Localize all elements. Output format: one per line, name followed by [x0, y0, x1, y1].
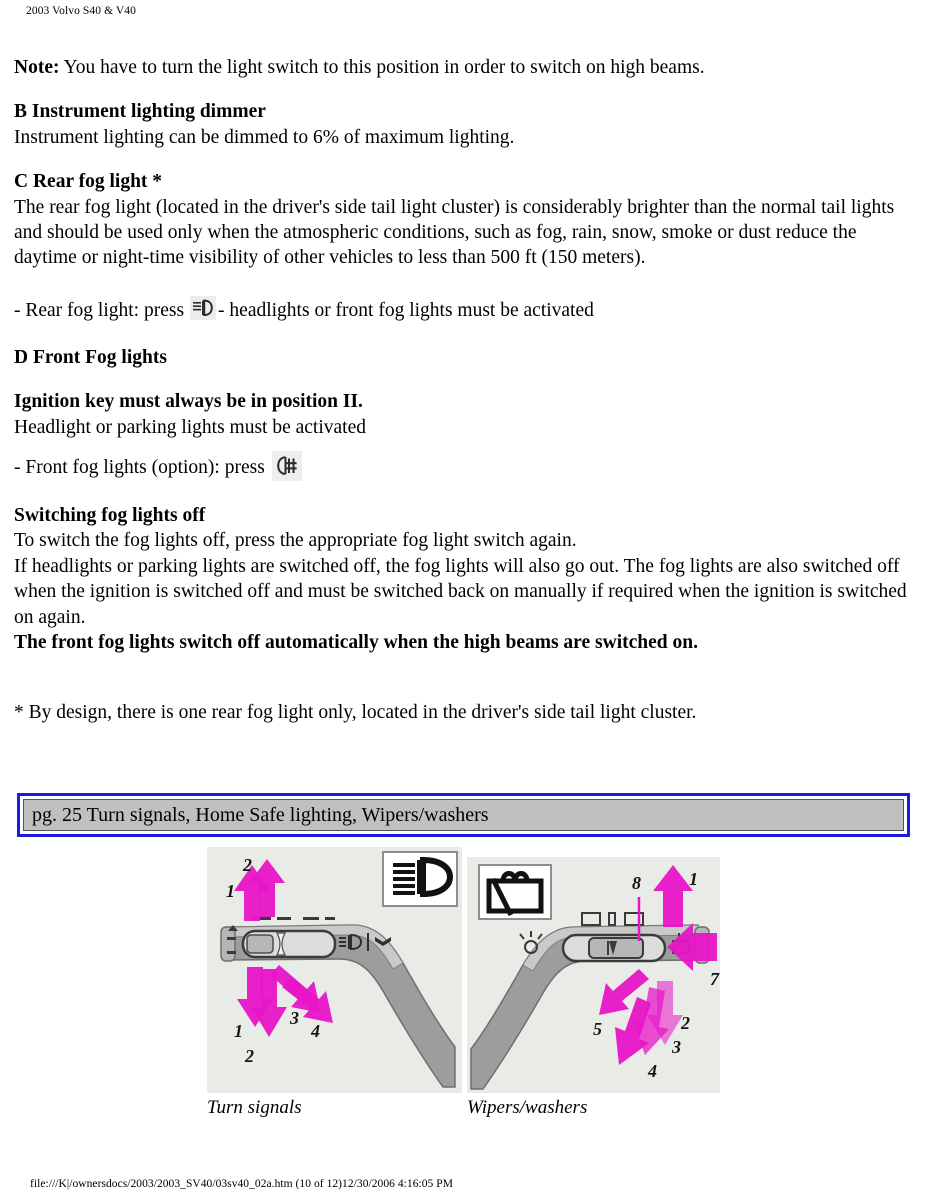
activation-line: Headlight or parking lights must be acti…: [14, 416, 366, 438]
section-b-body: Instrument lighting can be dimmed to 6% …: [14, 126, 515, 148]
rear-fog-bullet-prefix: - Rear fog light: press: [14, 300, 185, 322]
section-c-heading: C Rear fog light *: [14, 171, 163, 193]
svg-text:3: 3: [671, 1037, 681, 1057]
svg-text:4: 4: [647, 1061, 657, 1081]
page-link-banner-inner: pg. 25 Turn signals, Home Safe lighting,…: [23, 799, 904, 831]
svg-text:5: 5: [593, 1019, 602, 1039]
page-link-banner[interactable]: pg. 25 Turn signals, Home Safe lighting,…: [17, 793, 910, 837]
note-text: You have to turn the light switch to thi…: [59, 57, 705, 78]
windshield-wiper-icon: [478, 864, 552, 920]
switching-off-line1: To switch the fog lights off, press the …: [14, 530, 577, 552]
svg-text:4: 4: [310, 1021, 320, 1041]
svg-text:1: 1: [234, 1021, 243, 1041]
rear-fog-bullet: - Rear fog light: press - headlights or …: [14, 295, 912, 326]
running-header: 2003 Volvo S40 & V40: [26, 5, 136, 17]
front-fog-bullet: - Front fog lights (option): press: [14, 451, 912, 484]
document-page: 2003 Volvo S40 & V40 Note: You have to t…: [0, 0, 927, 1200]
high-beam-icon: [382, 851, 458, 907]
figure-wipers-washers: 8 1 7 5 2 3 4: [467, 857, 720, 1093]
svg-text:1: 1: [226, 881, 235, 901]
switching-off-line3: The front fog lights switch off automati…: [14, 632, 698, 654]
switching-off-line2: If headlights or parking lights are swit…: [14, 555, 907, 628]
svg-text:1: 1: [689, 869, 698, 889]
page-link-banner-label: pg. 25 Turn signals, Home Safe lighting,…: [32, 804, 489, 826]
svg-text:2: 2: [242, 855, 252, 875]
note-paragraph: Note: You have to turn the light switch …: [14, 55, 912, 80]
rear-fog-light-icon: [190, 295, 217, 320]
svg-text:2: 2: [244, 1046, 254, 1066]
ignition-key-line: Ignition key must always be in position …: [14, 391, 363, 413]
figure-caption-left: Turn signals: [207, 1097, 302, 1118]
document-body: Note: You have to turn the light switch …: [14, 55, 912, 725]
svg-text:3: 3: [289, 1008, 299, 1028]
footnote-text: * By design, there is one rear fog light…: [14, 701, 697, 723]
page-footer-path: file:///K|/ownersdocs/2003/2003_SV40/03s…: [30, 1178, 453, 1190]
front-fog-light-icon: [271, 451, 302, 482]
figure-caption-right: Wipers/washers: [467, 1097, 588, 1118]
section-d-heading: D Front Fog lights: [14, 346, 167, 368]
svg-text:8: 8: [632, 873, 641, 893]
front-fog-bullet-prefix: - Front fog lights (option): press: [14, 456, 265, 478]
note-label: Note:: [14, 57, 60, 78]
section-b-heading: B Instrument lighting dimmer: [14, 101, 266, 123]
svg-text:7: 7: [710, 969, 720, 989]
svg-text:2: 2: [680, 1013, 690, 1033]
section-c-body: The rear fog light (located in the drive…: [14, 196, 895, 269]
switching-off-heading: Switching fog lights off: [14, 505, 206, 527]
figure-turn-signals: 2 1 1 2 3 4: [207, 847, 462, 1093]
rear-fog-bullet-suffix: - headlights or front fog lights must be…: [218, 300, 594, 322]
